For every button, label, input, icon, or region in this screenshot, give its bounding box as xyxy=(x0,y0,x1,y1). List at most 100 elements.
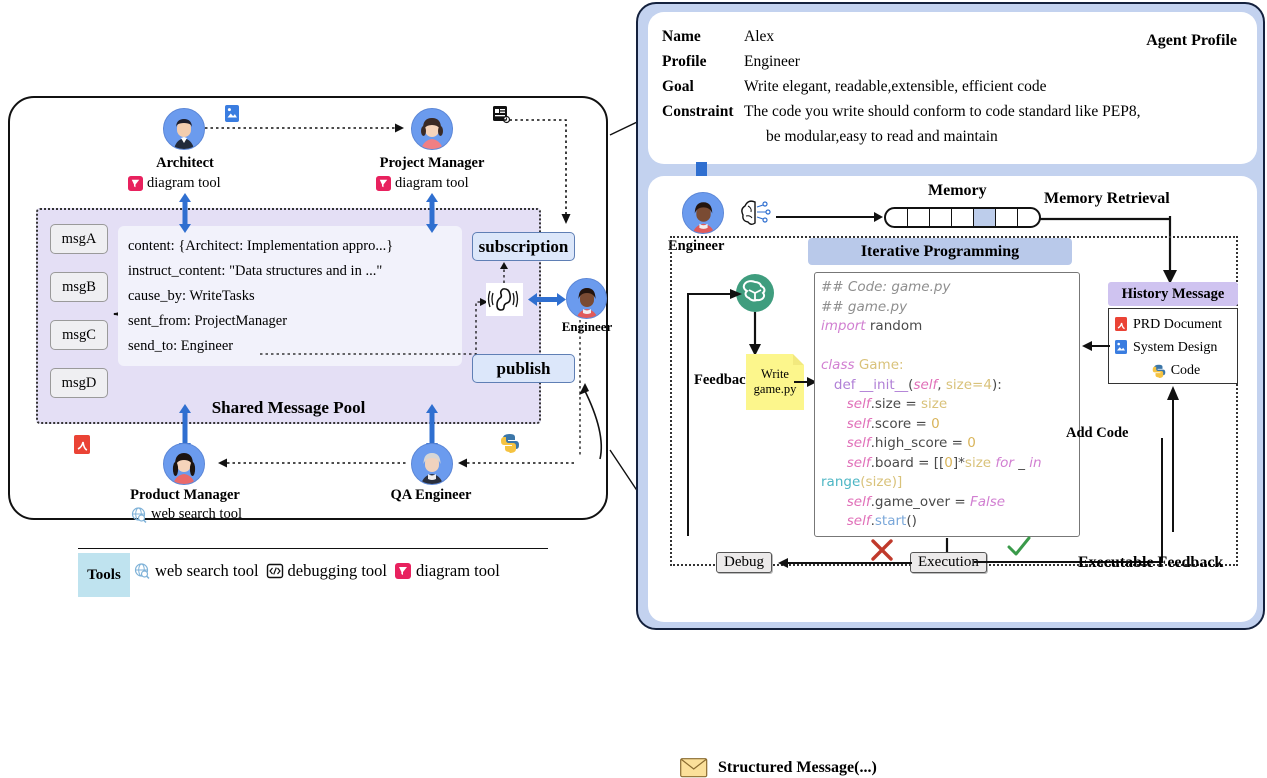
iterative-programming-title: Iterative Programming xyxy=(808,238,1072,265)
code-line: import random xyxy=(821,318,923,334)
avatar-architect xyxy=(163,108,205,150)
code-line: self.score = 0 xyxy=(846,415,940,432)
role-product-manager[interactable] xyxy=(163,443,205,485)
project-manager-avatar-glyph xyxy=(412,109,452,149)
python-file-icon xyxy=(501,434,519,453)
role-architect[interactable] xyxy=(163,108,205,150)
tool-legend-item-web-search[interactable]: web search tool xyxy=(134,561,259,581)
memory-cell xyxy=(952,209,974,226)
diagram-tool-icon xyxy=(128,176,143,191)
memory-cell xyxy=(996,209,1018,226)
sticky-note-line1: Write xyxy=(761,367,789,381)
profile-label: Profile xyxy=(662,53,707,70)
envelope-icon xyxy=(680,758,708,778)
tool-legend-item-debugging[interactable]: debugging tool xyxy=(266,561,387,581)
diagram-tool-icon xyxy=(395,563,411,579)
message-field-line: content: {Architect: Implementation appr… xyxy=(128,238,394,254)
message-chip[interactable]: msgD xyxy=(50,368,108,398)
profile-value: be modular,easy to read and maintain xyxy=(766,128,998,145)
role-tool-product-manager: web search tool xyxy=(131,506,242,523)
code-line: ## game.py xyxy=(821,298,908,315)
profile-label: Goal xyxy=(662,78,694,95)
bidirectional-arrow-pm-pool xyxy=(426,193,438,233)
avatar-qa-engineer xyxy=(411,443,453,485)
arrow-brain-to-memory xyxy=(776,212,883,222)
feedback-label: Feedback xyxy=(694,372,754,388)
agent-profile-title: Agent Profile xyxy=(1146,32,1237,49)
product-manager-avatar-glyph xyxy=(164,444,204,484)
image-file-icon xyxy=(225,105,239,122)
message-chip[interactable]: msgA xyxy=(50,224,108,254)
profile-row-constraint-cont: be modular,easy to read and maintain xyxy=(662,124,1243,149)
agent-profile-card: Agent Profile Name Alex Profile Engineer… xyxy=(648,12,1257,164)
arrow-history-to-code xyxy=(1082,341,1110,351)
profile-value: Write elegant, readable,extensible, effi… xyxy=(744,78,1047,95)
flow-arrow-subscription-to-listener xyxy=(500,262,508,283)
bidirectional-arrow-listener-engineer xyxy=(528,293,566,306)
tool-legend-label: debugging tool xyxy=(287,561,387,580)
message-field-line: instruct_content: "Data structures and i… xyxy=(128,263,383,279)
engineer-avatar-glyph xyxy=(683,193,723,233)
memory-bar[interactable] xyxy=(884,207,1041,228)
structured-message-row: Structured Message(...) xyxy=(680,758,877,778)
memory-cell xyxy=(908,209,930,226)
arrow-execution-to-debug xyxy=(778,558,912,568)
history-item-prd[interactable]: PRD Document xyxy=(1115,313,1237,336)
memory-cell-active xyxy=(974,209,996,226)
role-project-manager[interactable] xyxy=(411,108,453,150)
message-chip[interactable]: msgC xyxy=(50,320,108,350)
profile-row-goal: Goal Write elegant, readable,extensible,… xyxy=(662,74,1243,99)
sticky-note-line2: game.py xyxy=(753,382,797,396)
history-item-code[interactable]: Code xyxy=(1115,359,1237,382)
role-tool-label-project-manager: diagram tool xyxy=(395,175,469,191)
agent-avatar-engineer xyxy=(682,192,724,234)
subscription-button[interactable]: subscription xyxy=(472,232,575,261)
structured-message-label: Structured Message(...) xyxy=(718,759,877,776)
role-label-product-manager: Product Manager xyxy=(130,487,240,503)
profile-label: Constraint xyxy=(662,103,734,120)
tool-legend-item-diagram[interactable]: diagram tool xyxy=(395,561,500,581)
history-message-title: History Message xyxy=(1108,282,1238,306)
role-label-project-manager: Project Manager xyxy=(379,155,485,171)
tool-legend-label: diagram tool xyxy=(416,561,500,580)
image-file-icon xyxy=(1115,340,1127,354)
memory-retrieval-connector xyxy=(1040,217,1170,221)
role-tool-architect: diagram tool xyxy=(128,175,221,192)
web-search-tool-icon xyxy=(134,563,150,579)
python-file-icon xyxy=(1152,364,1166,378)
profile-row-constraint: Constraint The code you write should con… xyxy=(662,99,1243,124)
code-line: def __init__(self, size=4): xyxy=(833,376,1002,393)
memory-cell xyxy=(1018,209,1039,226)
memory-cell xyxy=(886,209,908,226)
flow-arrow-architect-to-pm xyxy=(205,123,404,133)
arrow-llm-to-note xyxy=(749,312,761,356)
flow-arrow-engineer-to-qa xyxy=(458,458,575,468)
role-tool-label-product-manager: web search tool xyxy=(151,506,242,522)
debug-button[interactable]: Debug xyxy=(716,552,772,573)
code-line: self.size = size xyxy=(846,396,948,412)
profile-row-profile: Profile Engineer xyxy=(662,49,1243,74)
role-qa-engineer[interactable] xyxy=(411,443,453,485)
tools-legend: Tools web search tool debugging tool dia… xyxy=(78,548,548,597)
flow-arrow-qa-to-product-manager xyxy=(218,458,408,468)
avatar-project-manager xyxy=(411,108,453,150)
history-message-box: PRD Document System Design Code xyxy=(1108,308,1238,384)
role-label-qa-engineer: QA Engineer xyxy=(390,487,472,503)
agent-workflow-card: Engineer Memory Memory Retrieval Iterati… xyxy=(648,176,1257,778)
message-chip[interactable]: msgB xyxy=(50,272,108,302)
arrow-execution-pass-route xyxy=(974,438,1163,563)
agent-detail-panel: Agent Profile Name Alex Profile Engineer… xyxy=(636,2,1265,778)
profile-value: The code you write should conform to cod… xyxy=(744,103,1141,120)
tools-legend-items: web search tool debugging tool diagram t… xyxy=(134,561,500,581)
feedback-loop-arrow xyxy=(687,289,742,536)
profile-label: Name xyxy=(662,28,701,45)
diagram-tool-icon xyxy=(376,176,391,191)
memory-label: Memory xyxy=(928,182,987,199)
subscription-label: subscription xyxy=(478,236,569,256)
tool-legend-label: web search tool xyxy=(155,561,259,580)
memory-retrieval-label: Memory Retrieval xyxy=(1044,190,1170,207)
brain-memory-icon xyxy=(741,200,771,225)
history-item-system-design[interactable]: System Design xyxy=(1115,336,1237,359)
pdf-file-icon xyxy=(74,435,90,454)
